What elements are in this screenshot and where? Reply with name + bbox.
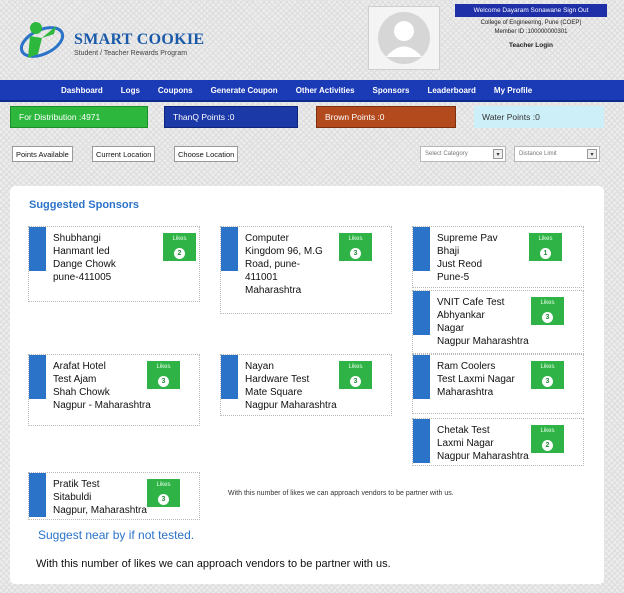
sponsor-name: Arafat Hotel Test Ajam Shah Chowk Nagpur… <box>53 361 151 411</box>
nav-dashboard[interactable]: Dashboard <box>52 86 112 95</box>
header: SMART COOKIE Student / Teacher Rewards P… <box>0 0 624 80</box>
sponsor-card[interactable]: Chetak Test Laxmi Nagar Nagpur Maharasht… <box>412 418 584 466</box>
likes-label: Likes <box>348 236 363 242</box>
likes-label: Likes <box>540 300 555 306</box>
distance-select[interactable]: Distance Limit ▾ <box>514 146 600 162</box>
points-available-button[interactable]: Points Available <box>12 146 73 162</box>
likes-label: Likes <box>348 364 363 370</box>
sponsor-card[interactable]: Nayan Hardware Test Mate Square Nagpur M… <box>220 354 392 416</box>
member-id: Member ID :100000000301 <box>494 29 568 35</box>
sponsor-name: VNIT Cafe Test Abhyankar Nagar Nagpur Ma… <box>437 297 529 347</box>
nav-my-profile[interactable]: My Profile <box>485 86 541 95</box>
likes-badge[interactable]: Likes 3 <box>339 361 372 389</box>
likes-badge[interactable]: Likes 1 <box>529 233 562 261</box>
sponsor-name: Ram Coolers Test Laxmi Nagar Maharashtra <box>437 361 515 398</box>
card-accent-bar <box>221 227 238 271</box>
login-role: Teacher Login <box>509 42 553 49</box>
sponsor-name: Shubhangi Hanmant led Dange Chowk pune-4… <box>53 233 116 283</box>
likes-note: With this number of likes we can approac… <box>36 558 391 570</box>
avatar[interactable] <box>368 6 440 70</box>
card-accent-bar <box>413 355 430 399</box>
likes-badge[interactable]: Likes 3 <box>339 233 372 261</box>
user-placeholder-icon <box>378 12 430 64</box>
distance-select-placeholder: Distance Limit <box>519 151 557 157</box>
sponsor-name: Pratik Test Sitabuldi Nagpur, Maharashtr… <box>53 479 147 516</box>
nav-sponsors[interactable]: Sponsors <box>364 86 419 95</box>
likes-label: Likes <box>156 482 171 488</box>
sponsor-name: Supreme Pav Bhaji Just Reod Pune-5 <box>437 233 498 283</box>
card-accent-bar <box>29 355 46 399</box>
likes-count: 3 <box>350 376 361 387</box>
likes-count: 3 <box>158 494 169 505</box>
nav-logs[interactable]: Logs <box>112 86 149 95</box>
suggest-nearby-link[interactable]: Suggest near by if not tested. <box>38 528 194 542</box>
likes-label: Likes <box>156 364 171 370</box>
brown-points-badge[interactable]: Brown Points :0 <box>316 106 456 128</box>
likes-badge[interactable]: Likes 2 <box>163 233 196 261</box>
sponsor-name: Chetak Test Laxmi Nagar Nagpur Maharasht… <box>437 425 529 462</box>
nav-generate-coupon[interactable]: Generate Coupon <box>202 86 287 95</box>
sponsor-card[interactable]: Ram Coolers Test Laxmi Nagar Maharashtra… <box>412 354 584 414</box>
distribution-points-badge[interactable]: For Distribution :4971 <box>10 106 148 128</box>
likes-count: 3 <box>542 376 553 387</box>
choose-location-button[interactable]: Choose Location <box>174 146 239 162</box>
nav-other-activities[interactable]: Other Activities <box>287 86 364 95</box>
section-title: Suggested Sponsors <box>29 199 140 211</box>
likes-count: 1 <box>540 248 551 259</box>
likes-note-small: With this number of likes we can approac… <box>228 490 454 497</box>
likes-label: Likes <box>172 236 187 242</box>
sponsor-name: Nayan Hardware Test Mate Square Nagpur M… <box>245 361 337 411</box>
card-accent-bar <box>29 227 46 271</box>
sponsor-card[interactable]: VNIT Cafe Test Abhyankar Nagar Nagpur Ma… <box>412 290 584 354</box>
likes-badge[interactable]: Likes 2 <box>531 425 564 453</box>
likes-label: Likes <box>540 428 555 434</box>
sponsor-card[interactable]: Arafat Hotel Test Ajam Shah Chowk Nagpur… <box>28 354 200 426</box>
main-nav: Dashboard Logs Coupons Generate Coupon O… <box>0 80 624 102</box>
brand-logo[interactable]: SMART COOKIE Student / Teacher Rewards P… <box>16 14 246 64</box>
chevron-down-icon: ▾ <box>587 149 597 159</box>
nav-leaderboard[interactable]: Leaderboard <box>418 86 484 95</box>
card-accent-bar <box>29 473 46 517</box>
category-select-placeholder: Select Category <box>425 151 468 157</box>
user-info: Welcome Dayaram Sonawane Sign Out Colleg… <box>455 4 607 66</box>
card-accent-bar <box>413 227 430 271</box>
likes-badge[interactable]: Likes 3 <box>531 297 564 325</box>
sponsor-name: Computer Kingdom 96, M.G Road, pune- 411… <box>245 233 323 296</box>
welcome-signout-link[interactable]: Welcome Dayaram Sonawane Sign Out <box>455 4 607 17</box>
card-accent-bar <box>413 419 430 463</box>
filter-bar: Points Available Current Location Choose… <box>0 146 624 164</box>
sponsor-card[interactable]: Pratik Test Sitabuldi Nagpur, Maharashtr… <box>28 472 200 520</box>
college-name: College of Engineering, Pune (COEP) <box>480 20 582 26</box>
current-location-button[interactable]: Current Location <box>92 146 156 162</box>
likes-count: 2 <box>542 440 553 451</box>
likes-badge[interactable]: Likes 3 <box>147 479 180 507</box>
card-accent-bar <box>413 291 430 335</box>
nav-coupons[interactable]: Coupons <box>149 86 202 95</box>
sponsors-panel: Suggested Sponsors Shubhangi Hanmant led… <box>10 186 604 584</box>
points-summary: For Distribution :4971 ThanQ Points :0 B… <box>0 106 624 128</box>
likes-count: 3 <box>158 376 169 387</box>
likes-label: Likes <box>538 236 553 242</box>
likes-count: 3 <box>350 248 361 259</box>
likes-count: 2 <box>174 248 185 259</box>
smart-cookie-logo-icon <box>19 22 65 58</box>
water-points-badge[interactable]: Water Points :0 <box>474 106 604 128</box>
sponsor-card[interactable]: Supreme Pav Bhaji Just Reod Pune-5 Likes… <box>412 226 584 288</box>
brand-name: SMART COOKIE <box>74 31 205 48</box>
likes-badge[interactable]: Likes 3 <box>531 361 564 389</box>
brand-tagline: Student / Teacher Rewards Program <box>74 50 188 57</box>
likes-badge[interactable]: Likes 3 <box>147 361 180 389</box>
likes-count: 3 <box>542 312 553 323</box>
card-accent-bar <box>221 355 238 399</box>
category-select[interactable]: Select Category ▾ <box>420 146 506 162</box>
likes-label: Likes <box>540 364 555 370</box>
sponsor-card[interactable]: Computer Kingdom 96, M.G Road, pune- 411… <box>220 226 392 314</box>
chevron-down-icon: ▾ <box>493 149 503 159</box>
sponsor-card[interactable]: Shubhangi Hanmant led Dange Chowk pune-4… <box>28 226 200 302</box>
thanq-points-badge[interactable]: ThanQ Points :0 <box>164 106 298 128</box>
